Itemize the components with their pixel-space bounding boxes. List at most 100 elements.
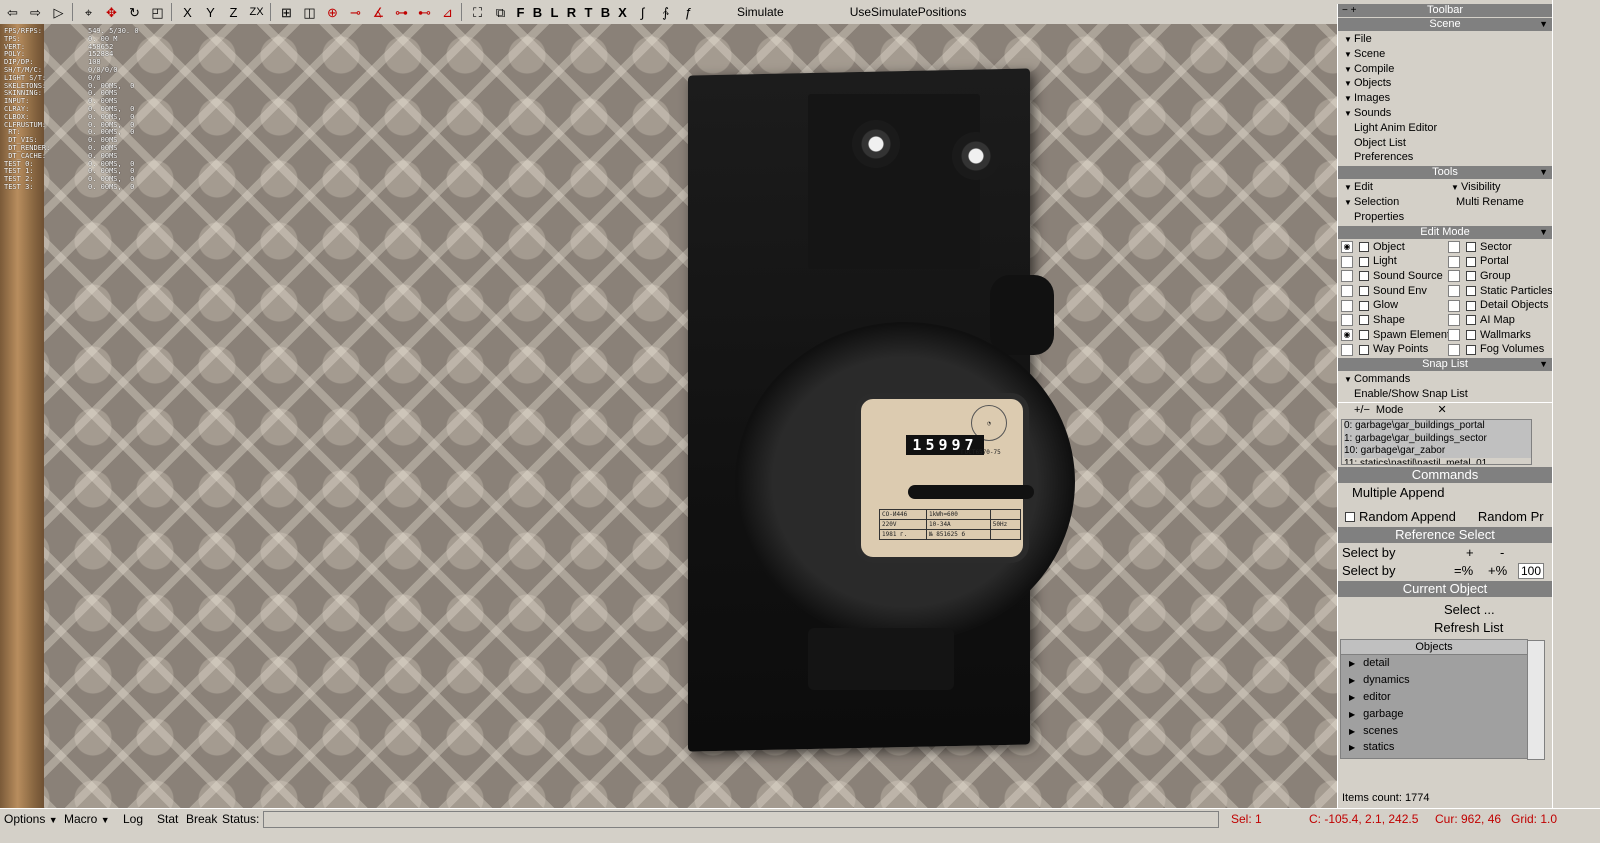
scale-icon[interactable]: ◰ [147,2,168,22]
edit-mode-shape[interactable]: Shape [1338,313,1445,328]
snap-list-item[interactable]: 0: garbage\gar_buildings_portal [1344,420,1531,433]
scene-item-object-list[interactable]: Object List [1338,136,1552,151]
edit-mode-checkbox[interactable] [1466,330,1476,341]
random-pr-label[interactable]: Random Pr [1478,508,1544,526]
edit-mode-static-particles[interactable]: Static Particles [1445,284,1553,299]
view-x-button[interactable]: X [615,2,630,22]
objects-tree-item[interactable]: ▶ editor [1341,689,1527,706]
edit-mode-checkbox[interactable] [1359,330,1369,341]
reference-select-header[interactable]: Reference Select [1338,527,1552,544]
edit-mode-detail-objects[interactable]: Detail Objects [1445,298,1552,313]
snap-mode-toggle[interactable]: +/− [1354,403,1370,418]
tools-properties[interactable]: Properties [1338,210,1552,225]
stat-button[interactable]: Stat [157,812,178,826]
edit-mode-checkbox[interactable] [1359,241,1369,252]
edit-mode-checkbox[interactable] [1359,300,1369,311]
view-l-button[interactable]: L [547,2,562,22]
edit-mode-checkbox[interactable] [1359,271,1369,282]
edit-mode-wallmarks[interactable]: Wallmarks [1445,328,1552,343]
snap-list-header[interactable]: Snap List ▼ [1338,358,1552,372]
multiple-append-button[interactable]: Multiple Append [1338,484,1552,502]
snap-point-icon[interactable]: ⊕ [322,2,343,22]
snap-list-item[interactable]: 1: garbage\gar_buildings_sector [1344,432,1531,446]
edit-mode-checkbox[interactable] [1466,241,1476,252]
view-mode-icon[interactable]: ∱ [655,2,676,22]
snap-grid-icon[interactable]: ⊞ [276,2,297,22]
use-simulate-positions-button[interactable]: UseSimulatePositions [850,5,967,19]
visibility-box[interactable] [1341,299,1353,312]
snap-mode-close-icon[interactable]: ✕ [1437,403,1446,418]
break-button[interactable]: Break [186,812,217,826]
random-append-label[interactable]: Random Append [1359,508,1456,526]
collapse-icon[interactable]: ▼ [1539,18,1548,31]
edit-mode-fog-volumes[interactable]: Fog Volumes [1445,342,1552,357]
edit-mode-checkbox[interactable] [1466,256,1476,267]
camera-icon[interactable]: ⌖ [78,2,99,22]
collapse-icon[interactable]: ▼ [1539,226,1548,239]
axis-x-icon[interactable]: X [177,2,198,22]
enable-show-snap-list[interactable]: Enable/Show Snap List [1338,387,1552,402]
objects-tree[interactable]: Objects ▶ detail ▶ dynamics ▶ editor ▶ garbage ▶… [1340,639,1545,761]
tools-edit[interactable]: ▼ Edit [1338,180,1445,195]
snap-object-icon[interactable]: ◫ [299,2,320,22]
arrow-right-icon[interactable]: ⇨ [25,2,46,22]
snap-list-item[interactable]: 10: garbage\gar_zabor [1344,445,1531,458]
visibility-box[interactable] [1341,255,1353,268]
view-t-button[interactable]: T [581,2,596,22]
select-icon[interactable]: ▷ [48,2,69,22]
move-icon[interactable]: ✥ [101,2,122,22]
rotate-icon[interactable]: ↻ [124,2,145,22]
zoom-selected-icon[interactable]: ⧉ [490,2,511,22]
edit-mode-checkbox[interactable] [1359,285,1369,296]
scene-item-scene[interactable]: ▼ Scene [1338,47,1552,62]
snap-scale-icon[interactable]: ⊿ [437,2,458,22]
select-plus-button[interactable]: + [1466,544,1500,562]
scene-item-light-anim-editor[interactable]: Light Anim Editor [1338,121,1552,136]
panel-scrollbar[interactable] [1552,0,1569,808]
view-f-button[interactable]: F [513,2,528,22]
select-eq-pct-button[interactable]: =% [1454,562,1488,580]
expand-right-icon[interactable]: ▶ [1349,710,1355,719]
visibility-box[interactable] [1341,314,1353,327]
snap-list-item[interactable]: 11: statics\nastil\nastil_metal_01 [1344,458,1531,465]
scene-item-sounds[interactable]: ▼ Sounds [1338,106,1552,121]
simulate-button[interactable]: Simulate [737,5,784,19]
edit-mode-checkbox[interactable] [1466,285,1476,296]
expand-right-icon[interactable]: ▶ [1349,727,1355,736]
visibility-box[interactable] [1341,284,1353,297]
edit-mode-ai-map[interactable]: AI Map [1445,313,1552,328]
edit-mode-portal[interactable]: Portal [1445,254,1552,269]
expand-right-icon[interactable]: ▶ [1349,693,1355,702]
tools-visibility[interactable]: ▼ Visibility [1445,180,1552,195]
visibility-box[interactable] [1448,299,1460,312]
visibility-box[interactable] [1448,329,1460,342]
view-mode-icon[interactable]: ∫ [632,2,653,22]
edit-mode-spawn-element[interactable]: ◉ Spawn Element [1338,328,1450,343]
commands-header[interactable]: Commands [1338,467,1552,484]
view-r-button[interactable]: R [564,2,579,22]
edit-mode-group[interactable]: Group [1445,269,1552,284]
edit-mode-checkbox[interactable] [1466,300,1476,311]
edit-mode-checkbox[interactable] [1466,344,1476,355]
eye-icon[interactable]: ◉ [1341,329,1353,342]
axis-z-icon[interactable]: Z [223,2,244,22]
select-minus-button[interactable]: - [1500,544,1504,562]
viewport-3d[interactable]: FPS/RFPS: 549. 5/30. 0 TPS: 0. 00 M VERT: 458… [0,24,1366,825]
snap-angle-icon[interactable]: ∡ [368,2,389,22]
edit-mode-sound-env[interactable]: Sound Env [1338,284,1445,299]
log-button[interactable]: Log [123,812,143,826]
objects-tree-item[interactable]: ▶ dynamics [1341,672,1527,689]
visibility-box[interactable] [1448,240,1460,253]
edit-mode-way-points[interactable]: Way Points [1338,342,1445,357]
visibility-box[interactable] [1341,343,1353,356]
edit-mode-checkbox[interactable] [1359,256,1369,267]
view-b-button[interactable]: B [598,2,613,22]
expand-right-icon[interactable]: ▶ [1349,659,1355,668]
collapse-icon[interactable]: ▼ [1539,358,1548,371]
select-percent-input[interactable]: 100 [1518,563,1545,580]
axis-y-icon[interactable]: Y [200,2,221,22]
objects-tree-item[interactable]: ▶ garbage [1341,706,1527,723]
scene-header[interactable]: Scene ▼ [1338,18,1552,31]
objects-tree-item[interactable]: ▶ statics [1341,739,1527,756]
edit-mode-checkbox[interactable] [1359,344,1369,355]
